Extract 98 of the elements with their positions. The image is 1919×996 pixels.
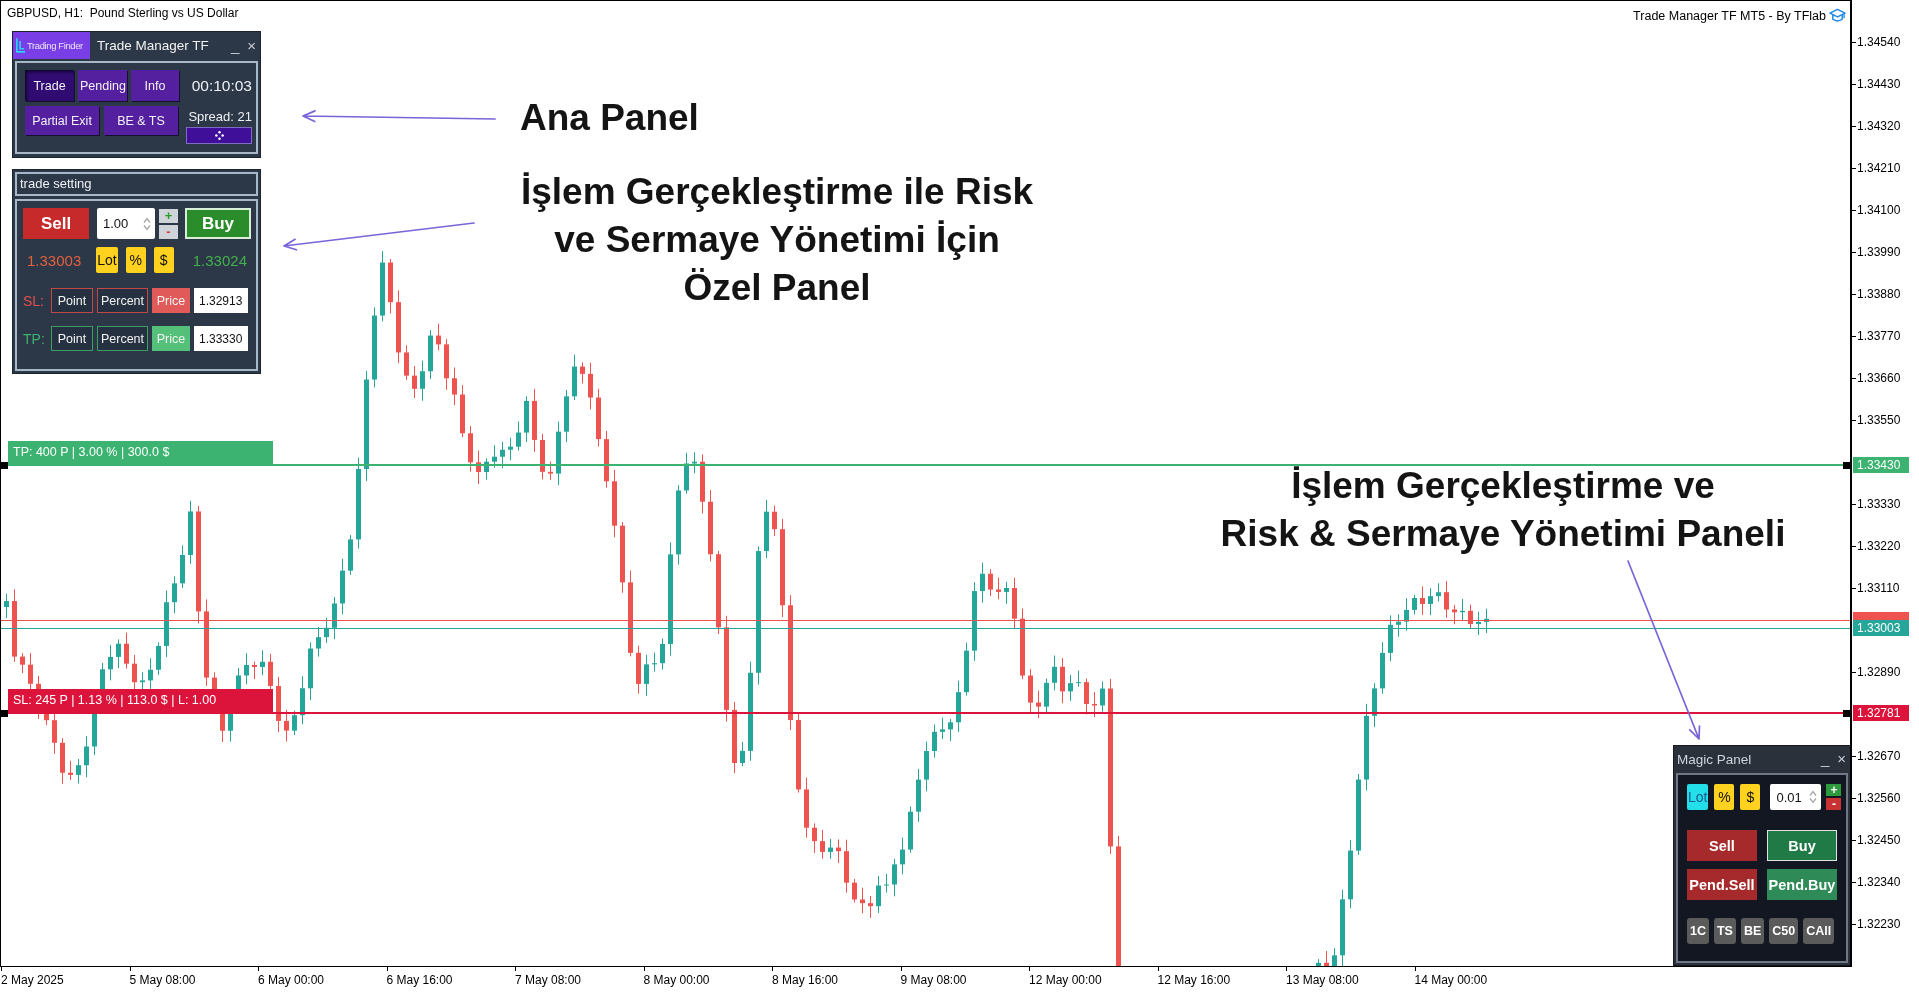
sell-button[interactable]: Sell (1687, 830, 1757, 861)
close-button[interactable]: × (1833, 750, 1850, 768)
annotation-text: Ana Panel (520, 96, 699, 140)
take-profit-line-label: TP: 400 P | 3.00 % | 300.0 $ (8, 441, 273, 464)
tool-button[interactable]: 1C (1687, 918, 1709, 944)
price-axis-label: 1.33330 (1852, 497, 1901, 511)
bid-price: 1.33003 (27, 251, 82, 269)
price-axis-label: 1.34320 (1852, 119, 1901, 133)
price-axis-label: 1.32560 (1852, 791, 1901, 805)
brand-name: Trading Finder (27, 40, 83, 51)
price-axis-label: 1.34100 (1852, 203, 1901, 217)
decrease-button[interactable]: - (1826, 798, 1842, 810)
tool-button[interactable]: TS (1714, 918, 1736, 944)
time-axis-label: 8 May 00:00 (643, 967, 710, 987)
size-mode-button[interactable]: $ (153, 247, 174, 273)
time-axis-label: 14 May 00:00 (1414, 967, 1488, 987)
square-handle-icon[interactable] (1, 462, 8, 469)
expert-label: Trade Manager TF MT5 - By TFlab (1633, 8, 1826, 23)
square-handle-icon[interactable] (1843, 710, 1850, 717)
take-profit-label: TP: (23, 330, 46, 347)
tab[interactable]: BE & TS (104, 106, 178, 135)
move-icon (214, 131, 224, 140)
pending-sell-button[interactable]: Pend.Sell (1687, 869, 1757, 900)
mode-button[interactable]: Percent (97, 326, 148, 351)
price-axis-label: 1.34540 (1852, 35, 1901, 49)
price-tag: 1.33003 (1853, 620, 1909, 636)
price-axis-label: 1.32230 (1852, 917, 1901, 931)
price-axis-label: 1.33220 (1852, 539, 1901, 553)
time-axis-label: 8 May 16:00 (772, 967, 839, 987)
time-axis-label: 6 May 00:00 (258, 967, 325, 987)
annotation-text: İşlem Gerçekleştirme ve Risk & Sermaye Yönetimi Paneli (1220, 464, 1786, 556)
logo-icon (15, 37, 26, 54)
price-axis-label: 1.32670 (1852, 749, 1901, 763)
time-axis-label: 5 May 08:00 (129, 967, 196, 987)
tab[interactable]: Trade (25, 70, 74, 101)
panel-title: Magic Panel (1677, 751, 1752, 767)
sell-button[interactable]: Sell (23, 208, 89, 239)
buy-button[interactable]: Buy (1767, 830, 1837, 861)
tool-button[interactable]: C50 (1769, 918, 1799, 944)
price-field[interactable]: 1.33330 (194, 326, 248, 351)
time-axis-label: 13 May 08:00 (1286, 967, 1359, 987)
minimize-button[interactable]: _ (1816, 750, 1834, 768)
lot-field[interactable]: 0.01 (1770, 784, 1822, 810)
square-handle-icon[interactable] (1, 710, 8, 717)
panel-title: Trade Manager TF (97, 38, 209, 53)
price-axis-label: 1.34430 (1852, 77, 1901, 91)
stop-loss-label: SL: (23, 292, 45, 309)
tab[interactable]: Pending (78, 70, 127, 101)
mode-button[interactable]: Point (51, 326, 93, 351)
price-axis-label: 1.33660 (1852, 371, 1901, 385)
close-button[interactable]: × (243, 36, 260, 55)
time-axis-label: 2 May 2025 (1, 967, 64, 987)
price-axis-label: 1.33990 (1852, 245, 1901, 259)
price-axis-label: 1.33770 (1852, 329, 1901, 343)
price-axis-label: 1.33880 (1852, 287, 1901, 301)
size-mode-button[interactable]: $ (1740, 784, 1761, 810)
increase-button[interactable]: + (1826, 784, 1842, 796)
spread-label: Spread: 21 (188, 109, 252, 124)
time-axis-label: 12 May 00:00 (1029, 967, 1102, 987)
mode-button[interactable]: Point (51, 288, 93, 313)
square-handle-icon[interactable] (1843, 462, 1850, 469)
time-axis-label: 12 May 16:00 (1157, 967, 1231, 987)
tab[interactable]: Partial Exit (25, 106, 99, 135)
buy-button[interactable]: Buy (185, 208, 251, 239)
tab[interactable]: Info (131, 70, 179, 101)
lot-field[interactable]: 1.00 (97, 208, 155, 239)
price-axis-label: 1.33550 (1852, 413, 1901, 427)
price-tag: 1.33430 (1853, 457, 1909, 473)
price-axis-label: 1.32340 (1852, 875, 1901, 889)
section-header: trade setting (15, 172, 258, 196)
price-tag: 1.32781 (1853, 705, 1909, 721)
price-axis-label: 1.34210 (1852, 161, 1901, 175)
tool-button[interactable]: BE (1740, 918, 1765, 944)
spinner-icon[interactable] (143, 216, 151, 231)
size-mode-button[interactable]: % (125, 247, 146, 273)
spinner-icon[interactable] (1809, 790, 1818, 804)
drag-handle[interactable] (186, 127, 252, 144)
time-axis-label: 6 May 16:00 (386, 967, 453, 987)
price-axis-label: 1.32890 (1852, 665, 1901, 679)
stop-loss-line-label: SL: 245 P | 1.13 % | 113.0 $ | L: 1.00 (8, 689, 273, 712)
size-mode-button[interactable]: % (1714, 784, 1735, 810)
size-mode-button[interactable]: Lot (1687, 784, 1709, 810)
time-axis-label: 9 May 08:00 (900, 967, 967, 987)
annotation-text: İşlem Gerçekleştirme ile Risk ve Sermaye Yönetimi İçin Özel Panel (520, 170, 1034, 310)
graduation-cap-icon (1829, 8, 1846, 23)
chart-title: GBPUSD, H1: Pound Sterling vs US Dollar (7, 6, 239, 20)
time-axis-label: 7 May 08:00 (515, 967, 582, 987)
price-axis-label: 1.32450 (1852, 833, 1901, 847)
size-mode-button[interactable]: Lot (96, 247, 118, 273)
pending-buy-button[interactable]: Pend.Buy (1767, 869, 1837, 900)
price-field[interactable]: 1.32913 (194, 288, 248, 313)
timer: 00:10:03 (191, 76, 252, 95)
price-tag-edge (1853, 612, 1909, 620)
price-axis-label: 1.33110 (1852, 581, 1900, 595)
tool-button[interactable]: CAll (1803, 918, 1835, 944)
minimize-button[interactable]: _ (226, 36, 244, 55)
ask-price: 1.33024 (192, 251, 247, 269)
mode-button[interactable]: Percent (97, 288, 148, 313)
